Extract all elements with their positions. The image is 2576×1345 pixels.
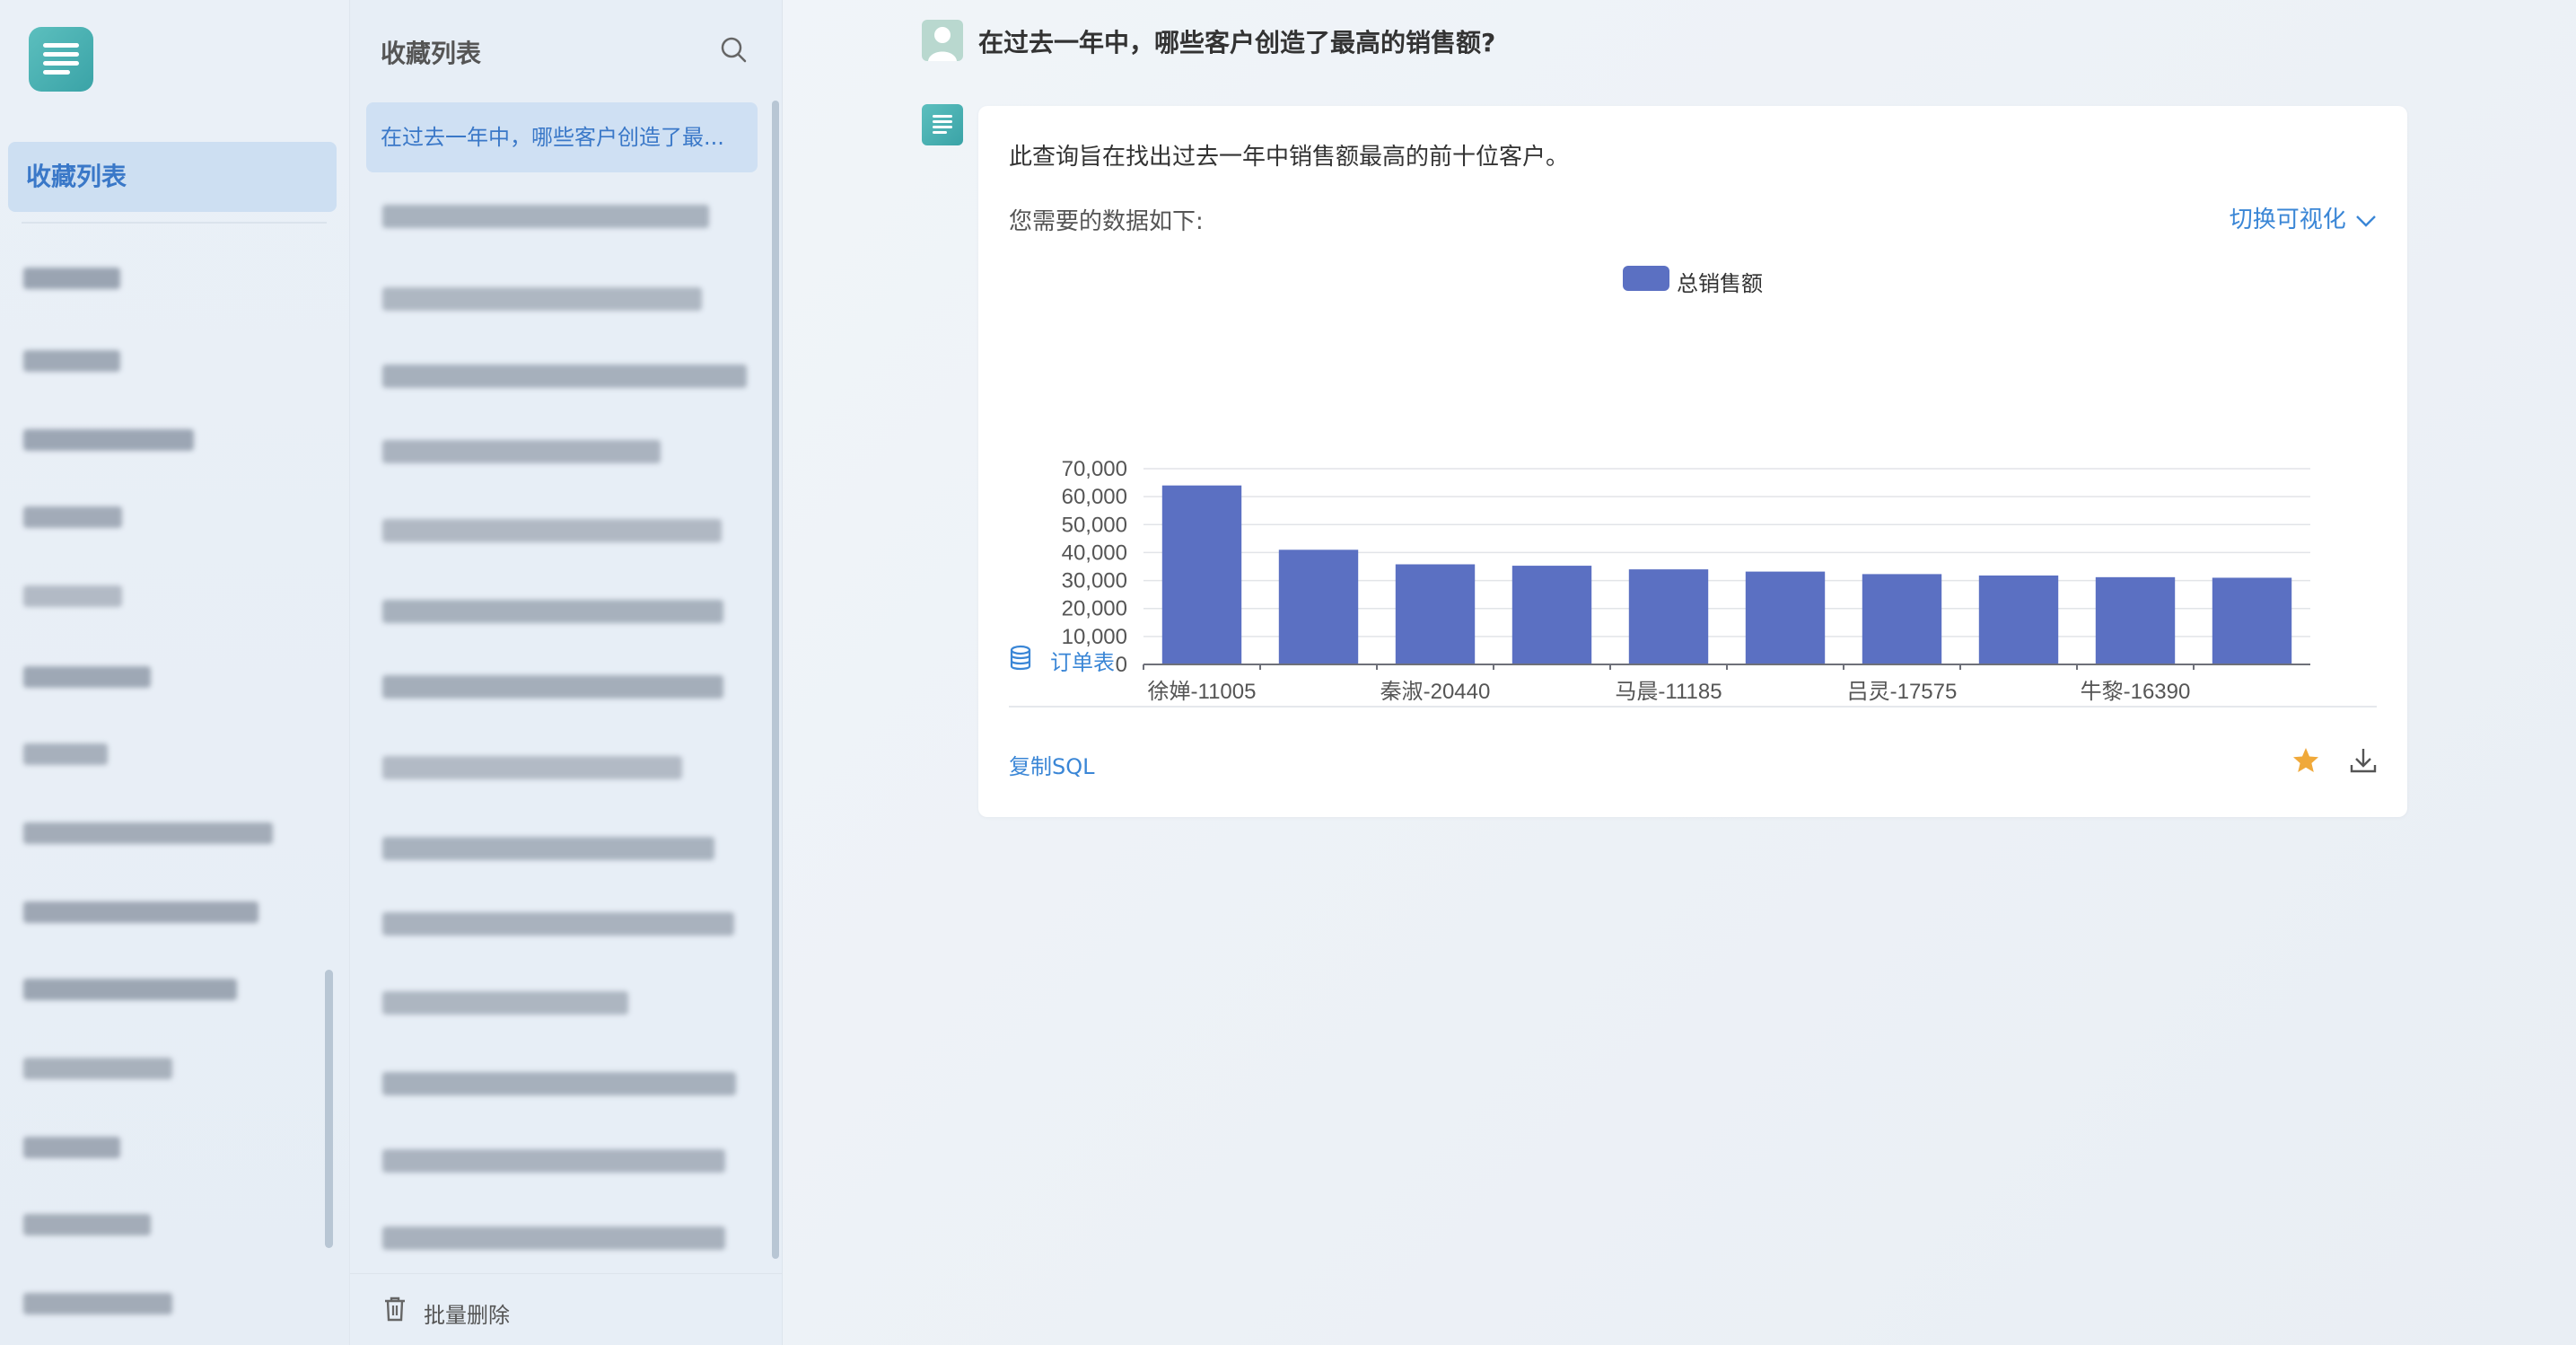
x-tick-label: 吕灵-17575 [1847,680,1958,704]
y-tick-label: 70,000 [1062,457,1127,481]
answer-intro: 此查询旨在找出过去一年中销售额最高的前十位客户。 [1009,144,1570,171]
nav-item-blurred[interactable] [23,822,273,844]
x-tick-label: 徐婵-11005 [1148,680,1257,704]
favorites-panel: 收藏列表 在过去一年中，哪些客户创造了最... 批量删除 [350,0,783,1345]
user-question: 在过去一年中，哪些客户创造了最高的销售额? [978,28,1496,57]
y-tick-label: 0 [1116,653,1127,677]
chart-bar [1745,571,1826,664]
nav-item-blurred[interactable] [23,1137,120,1158]
bulk-delete-button[interactable]: 批量删除 [350,1273,783,1345]
favorite-item-blurred[interactable] [382,675,723,699]
bulk-delete-label: 批量删除 [424,1303,510,1328]
favorite-item-blurred[interactable] [382,519,722,542]
nav-item-favorites[interactable]: 收藏列表 [8,142,337,212]
nav-item-blurred[interactable] [23,1214,151,1235]
nav-item-blurred[interactable] [23,979,237,1000]
nav-item-blurred[interactable] [23,743,108,765]
chart-bar [1978,575,2059,664]
nav-item-blurred[interactable] [23,506,122,528]
y-tick-label: 30,000 [1062,569,1127,593]
chart-bar [1278,549,1359,664]
favorite-item-blurred[interactable] [382,600,723,623]
chart-bar [1161,485,1242,664]
toggle-visualization-label: 切换可视化 [2229,207,2346,233]
favorite-item-blurred[interactable] [382,365,747,388]
left-nav: 收藏列表 [0,0,350,1345]
download-icon[interactable] [2348,745,2379,776]
chevron-down-icon [2356,215,2376,227]
card-divider [1009,706,2377,708]
favorite-item-blurred[interactable] [382,205,709,228]
chart-bar [2095,576,2176,664]
sales-bar-chart: 010,00020,00030,00040,00050,00060,00070,… [1062,457,2310,704]
star-icon[interactable] [2291,745,2321,776]
favorite-item-blurred[interactable] [382,1226,725,1250]
y-tick-label: 50,000 [1062,513,1127,537]
favorites-scrollbar[interactable] [772,101,779,1259]
nav-item-blurred[interactable] [23,429,194,451]
copy-sql-button[interactable]: 复制SQL [1009,749,1095,780]
legend-label: 总销售额 [1677,271,1763,296]
y-tick-label: 60,000 [1062,485,1127,509]
favorites-title: 收藏列表 [381,39,482,68]
favorite-item-blurred[interactable] [382,912,734,936]
data-label: 您需要的数据如下: [1009,208,1204,235]
nav-item-blurred[interactable] [23,350,120,372]
user-avatar-icon [922,20,963,61]
nav-item-blurred[interactable] [23,666,151,688]
favorite-item-blurred[interactable] [382,1149,725,1173]
order-table-link[interactable]: 订单表 [1050,645,1115,676]
bot-avatar-icon [922,104,963,145]
chart-bar [1395,564,1476,664]
favorite-item-blurred[interactable] [382,1072,736,1095]
favorite-item-blurred[interactable] [382,837,714,860]
nav-divider [22,222,327,224]
nav-scrollbar[interactable] [325,970,333,1248]
answer-card: 此查询旨在找出过去一年中销售额最高的前十位客户。 您需要的数据如下: 切换可视化… [978,106,2407,817]
chart-bar [1862,574,1942,664]
favorite-item-blurred[interactable] [382,287,702,311]
favorite-item-blurred[interactable] [382,440,661,463]
nav-item-blurred[interactable] [23,1293,172,1314]
nav-item-blurred[interactable] [23,901,258,923]
y-tick-label: 40,000 [1062,541,1127,565]
nav-item-blurred[interactable] [23,268,120,289]
x-tick-label: 牛黎-16390 [2081,680,2191,704]
favorite-item-active[interactable]: 在过去一年中，哪些客户创造了最... [366,102,758,172]
x-tick-label: 马晨-11185 [1615,680,1722,704]
favorite-item-blurred[interactable] [382,991,628,1015]
database-icon [1010,645,1031,671]
x-tick-label: 秦淑-20440 [1380,680,1491,704]
trash-icon [385,1297,405,1322]
chart-bar [1628,569,1709,664]
app-logo-icon[interactable] [29,27,93,92]
search-icon[interactable] [718,34,749,65]
toggle-visualization-button[interactable]: 切换可视化 [2230,201,2377,234]
favorite-item-blurred[interactable] [382,756,682,779]
y-tick-label: 20,000 [1062,597,1127,621]
chart-bar [1511,566,1592,664]
legend-swatch [1623,266,1669,291]
chart-bar [2212,577,2292,664]
nav-item-blurred[interactable] [23,1058,172,1079]
nav-item-blurred[interactable] [23,585,122,607]
